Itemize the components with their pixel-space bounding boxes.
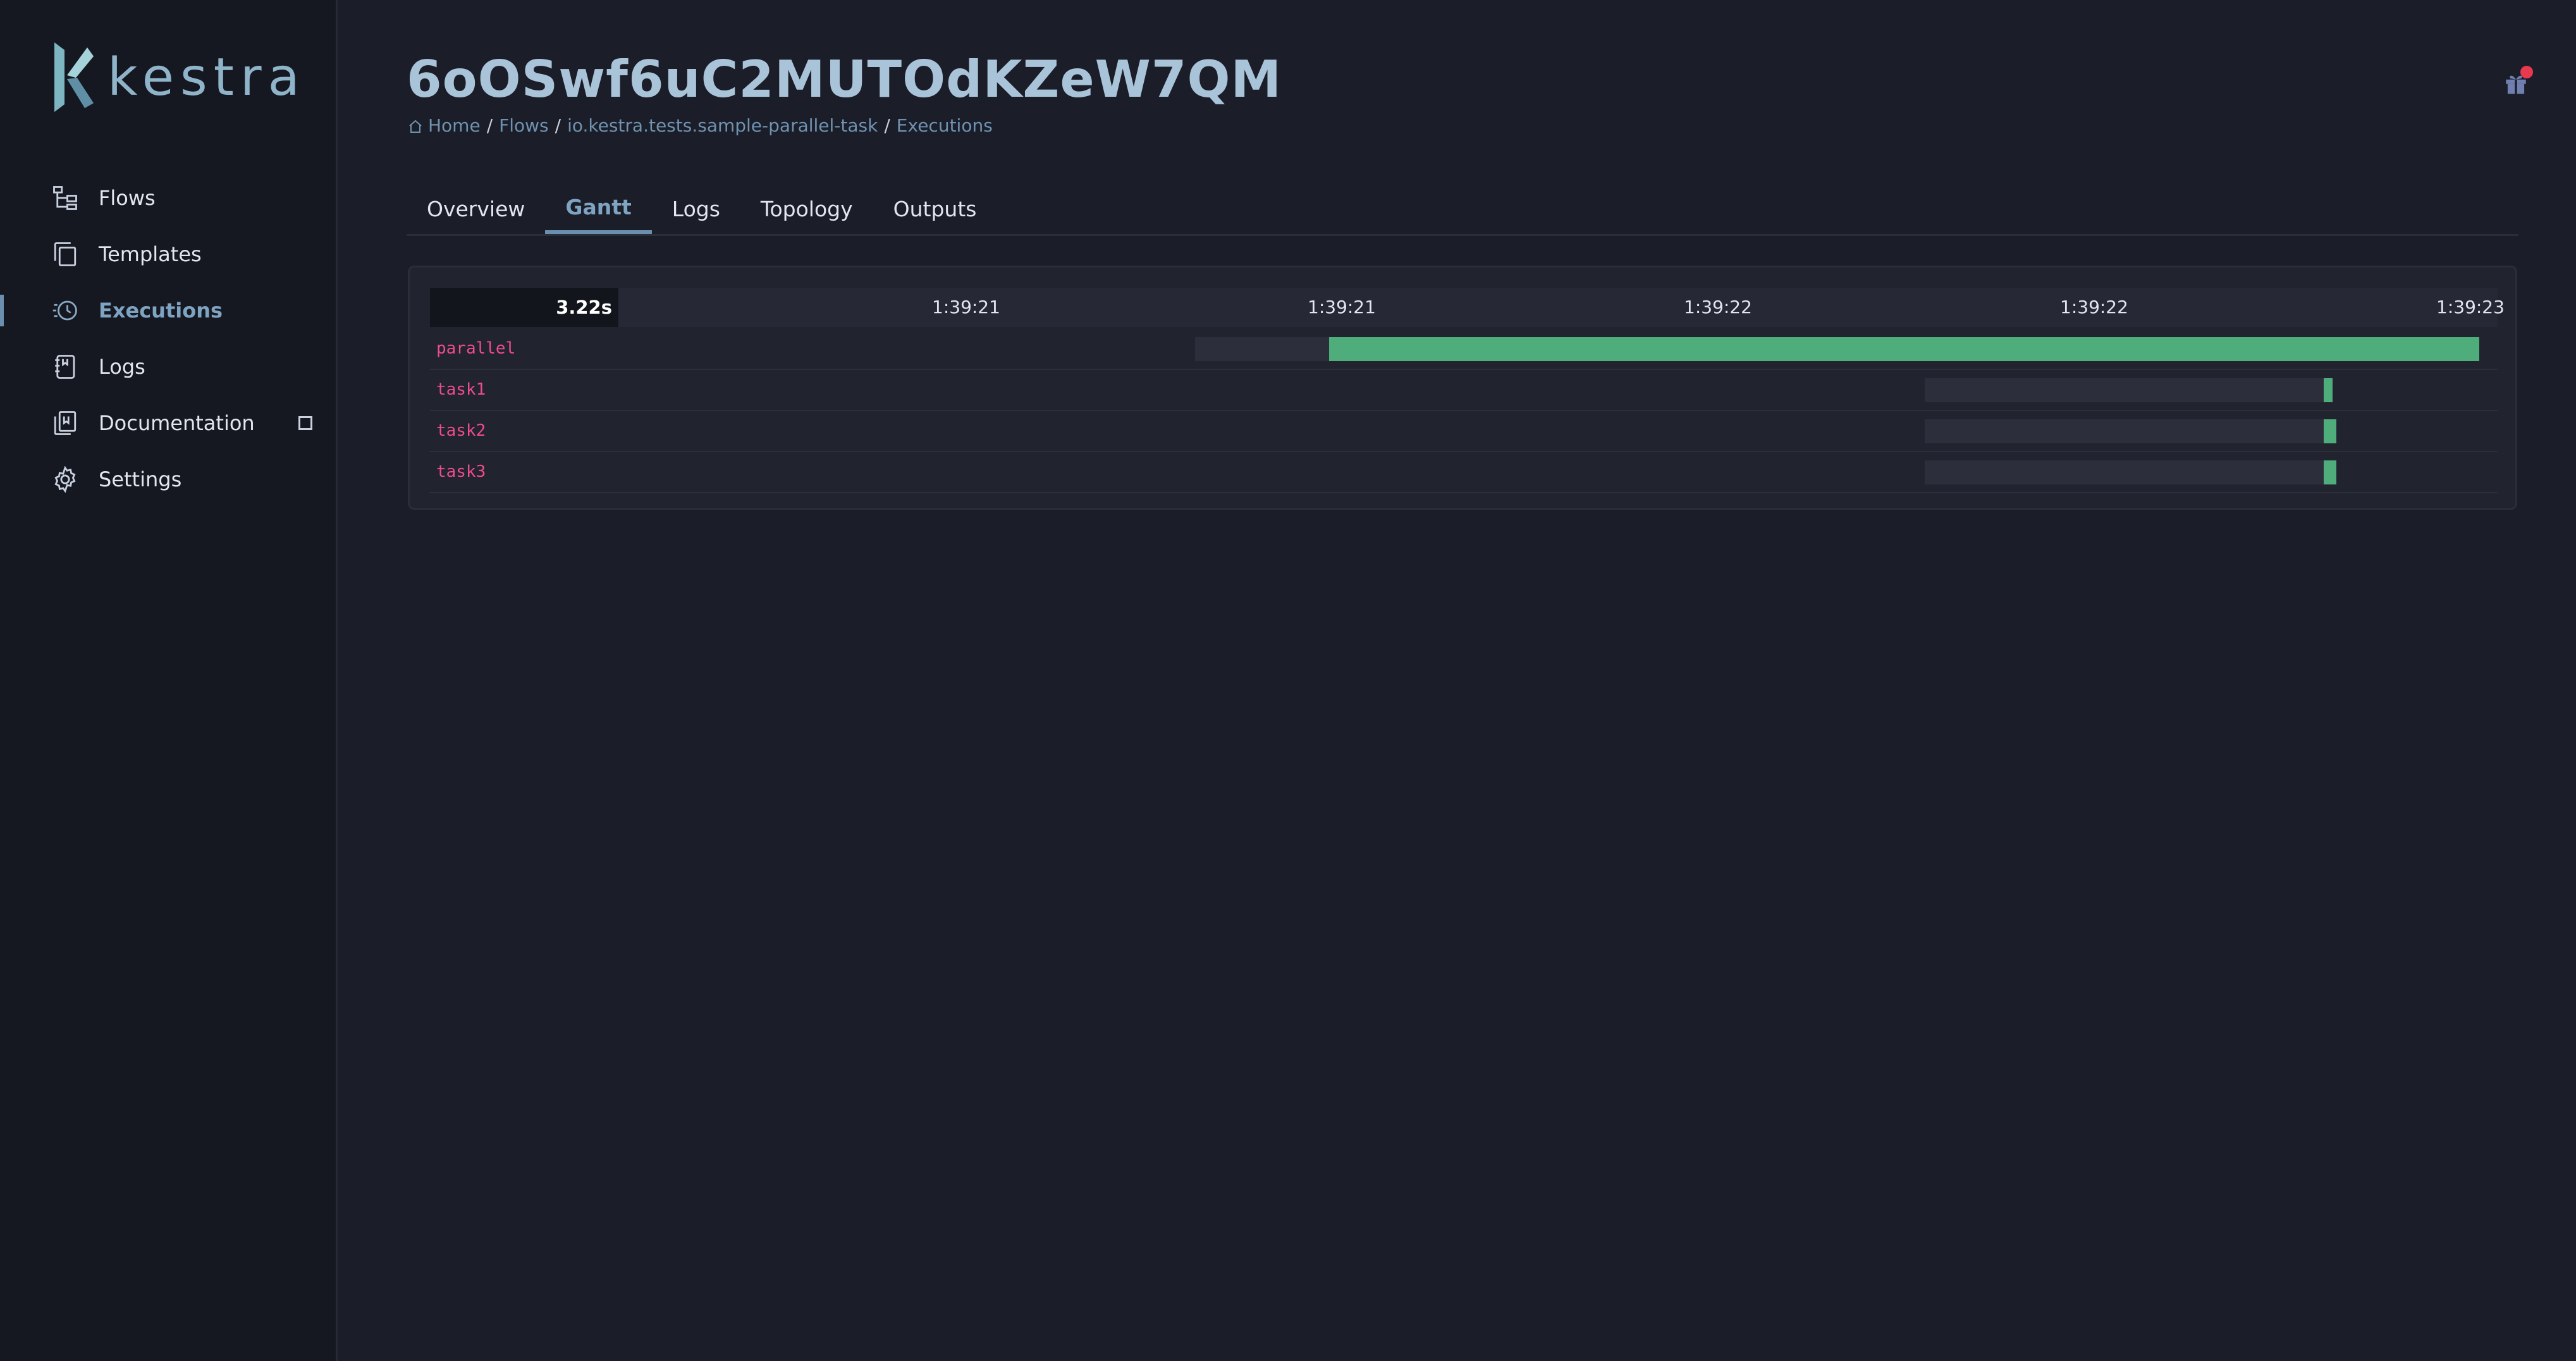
- breadcrumb-home[interactable]: Home: [428, 115, 481, 136]
- gantt-chart: 3.22s 1:39:21 1:39:21 1:39:22 1:39:22 1:…: [408, 266, 2517, 510]
- queued-bar: [1925, 419, 2324, 443]
- breadcrumb-separator: /: [555, 115, 561, 136]
- breadcrumb-executions[interactable]: Executions: [897, 115, 993, 136]
- tab-outputs[interactable]: Outputs: [873, 183, 997, 234]
- sidebar-item-label: Templates: [99, 242, 202, 266]
- tab-gantt[interactable]: Gantt: [545, 183, 652, 234]
- tab-overview[interactable]: Overview: [407, 183, 545, 234]
- sidebar-item-label: Executions: [99, 298, 223, 323]
- task-name: task3: [436, 462, 486, 481]
- sidebar-item-settings[interactable]: Settings: [0, 451, 336, 507]
- kestra-logo[interactable]: kestra: [54, 39, 306, 115]
- queued-bar: [1925, 460, 2324, 484]
- gantt-header: 3.22s 1:39:21 1:39:21 1:39:22 1:39:22 1:…: [430, 288, 2505, 327]
- sidebar-item-flows[interactable]: Flows: [0, 169, 336, 226]
- gantt-row-task3[interactable]: task3: [430, 452, 2498, 493]
- sidebar-item-label: Flows: [99, 185, 156, 210]
- running-bar[interactable]: [2324, 419, 2336, 443]
- tab-logs[interactable]: Logs: [652, 183, 740, 234]
- gantt-row-task2[interactable]: task2: [430, 410, 2498, 452]
- total-duration: 3.22s: [430, 288, 618, 327]
- running-bar[interactable]: [1329, 337, 2479, 361]
- news-button[interactable]: [2503, 66, 2533, 96]
- gantt-row-parallel[interactable]: parallel: [430, 328, 2498, 370]
- sidebar-item-templates[interactable]: Templates: [0, 226, 336, 282]
- executions-icon: [51, 296, 80, 325]
- sidebar-nav: Flows Templates Executions Logs Document…: [0, 169, 336, 507]
- breadcrumb: Home / Flows / io.kestra.tests.sample-pa…: [408, 115, 993, 136]
- queued-bar: [1925, 378, 2324, 402]
- breadcrumb-separator: /: [486, 115, 493, 136]
- time-tick: 1:39:21: [932, 297, 1000, 317]
- home-icon: [408, 115, 428, 136]
- breadcrumb-flows[interactable]: Flows: [499, 115, 549, 136]
- templates-icon: [51, 240, 80, 269]
- documentation-icon: [51, 409, 80, 438]
- sidebar-item-documentation[interactable]: Documentation: [0, 395, 336, 451]
- time-tick: 1:39:22: [1684, 297, 1752, 317]
- sidebar-item-label: Settings: [99, 467, 182, 491]
- breadcrumb-flow[interactable]: io.kestra.tests.sample-parallel-task: [567, 115, 878, 136]
- flows-icon: [51, 183, 80, 212]
- running-bar[interactable]: [2324, 378, 2333, 402]
- sidebar: kestra Flows Templates Executions Logs D…: [0, 0, 338, 1361]
- task-name: parallel: [436, 339, 516, 358]
- sidebar-item-logs[interactable]: Logs: [0, 338, 336, 395]
- kestra-logo-icon: [54, 42, 94, 112]
- sidebar-item-label: Documentation: [99, 410, 255, 435]
- sidebar-item-executions[interactable]: Executions: [0, 282, 336, 338]
- sidebar-item-label: Logs: [99, 354, 145, 379]
- breadcrumb-separator: /: [884, 115, 890, 136]
- time-tick: 1:39:23: [2436, 297, 2505, 317]
- time-tick: 1:39:22: [2060, 297, 2128, 317]
- task-name: task1: [436, 380, 486, 399]
- gantt-row-task1[interactable]: task1: [430, 369, 2498, 411]
- notification-dot: [2520, 66, 2533, 78]
- tab-topology[interactable]: Topology: [740, 183, 873, 234]
- settings-icon: [51, 465, 80, 494]
- logo-text: kestra: [107, 47, 306, 108]
- logs-icon: [51, 352, 80, 381]
- task-name: task2: [436, 421, 486, 440]
- execution-tabs: Overview Gantt Logs Topology Outputs: [407, 183, 2518, 236]
- time-tick: 1:39:21: [1308, 297, 1376, 317]
- queued-bar: [1194, 337, 1330, 361]
- page-title: 6oOSwf6uC2MUTOdKZeW7QM: [407, 50, 1282, 109]
- external-link-icon: [298, 416, 312, 430]
- running-bar[interactable]: [2324, 460, 2336, 484]
